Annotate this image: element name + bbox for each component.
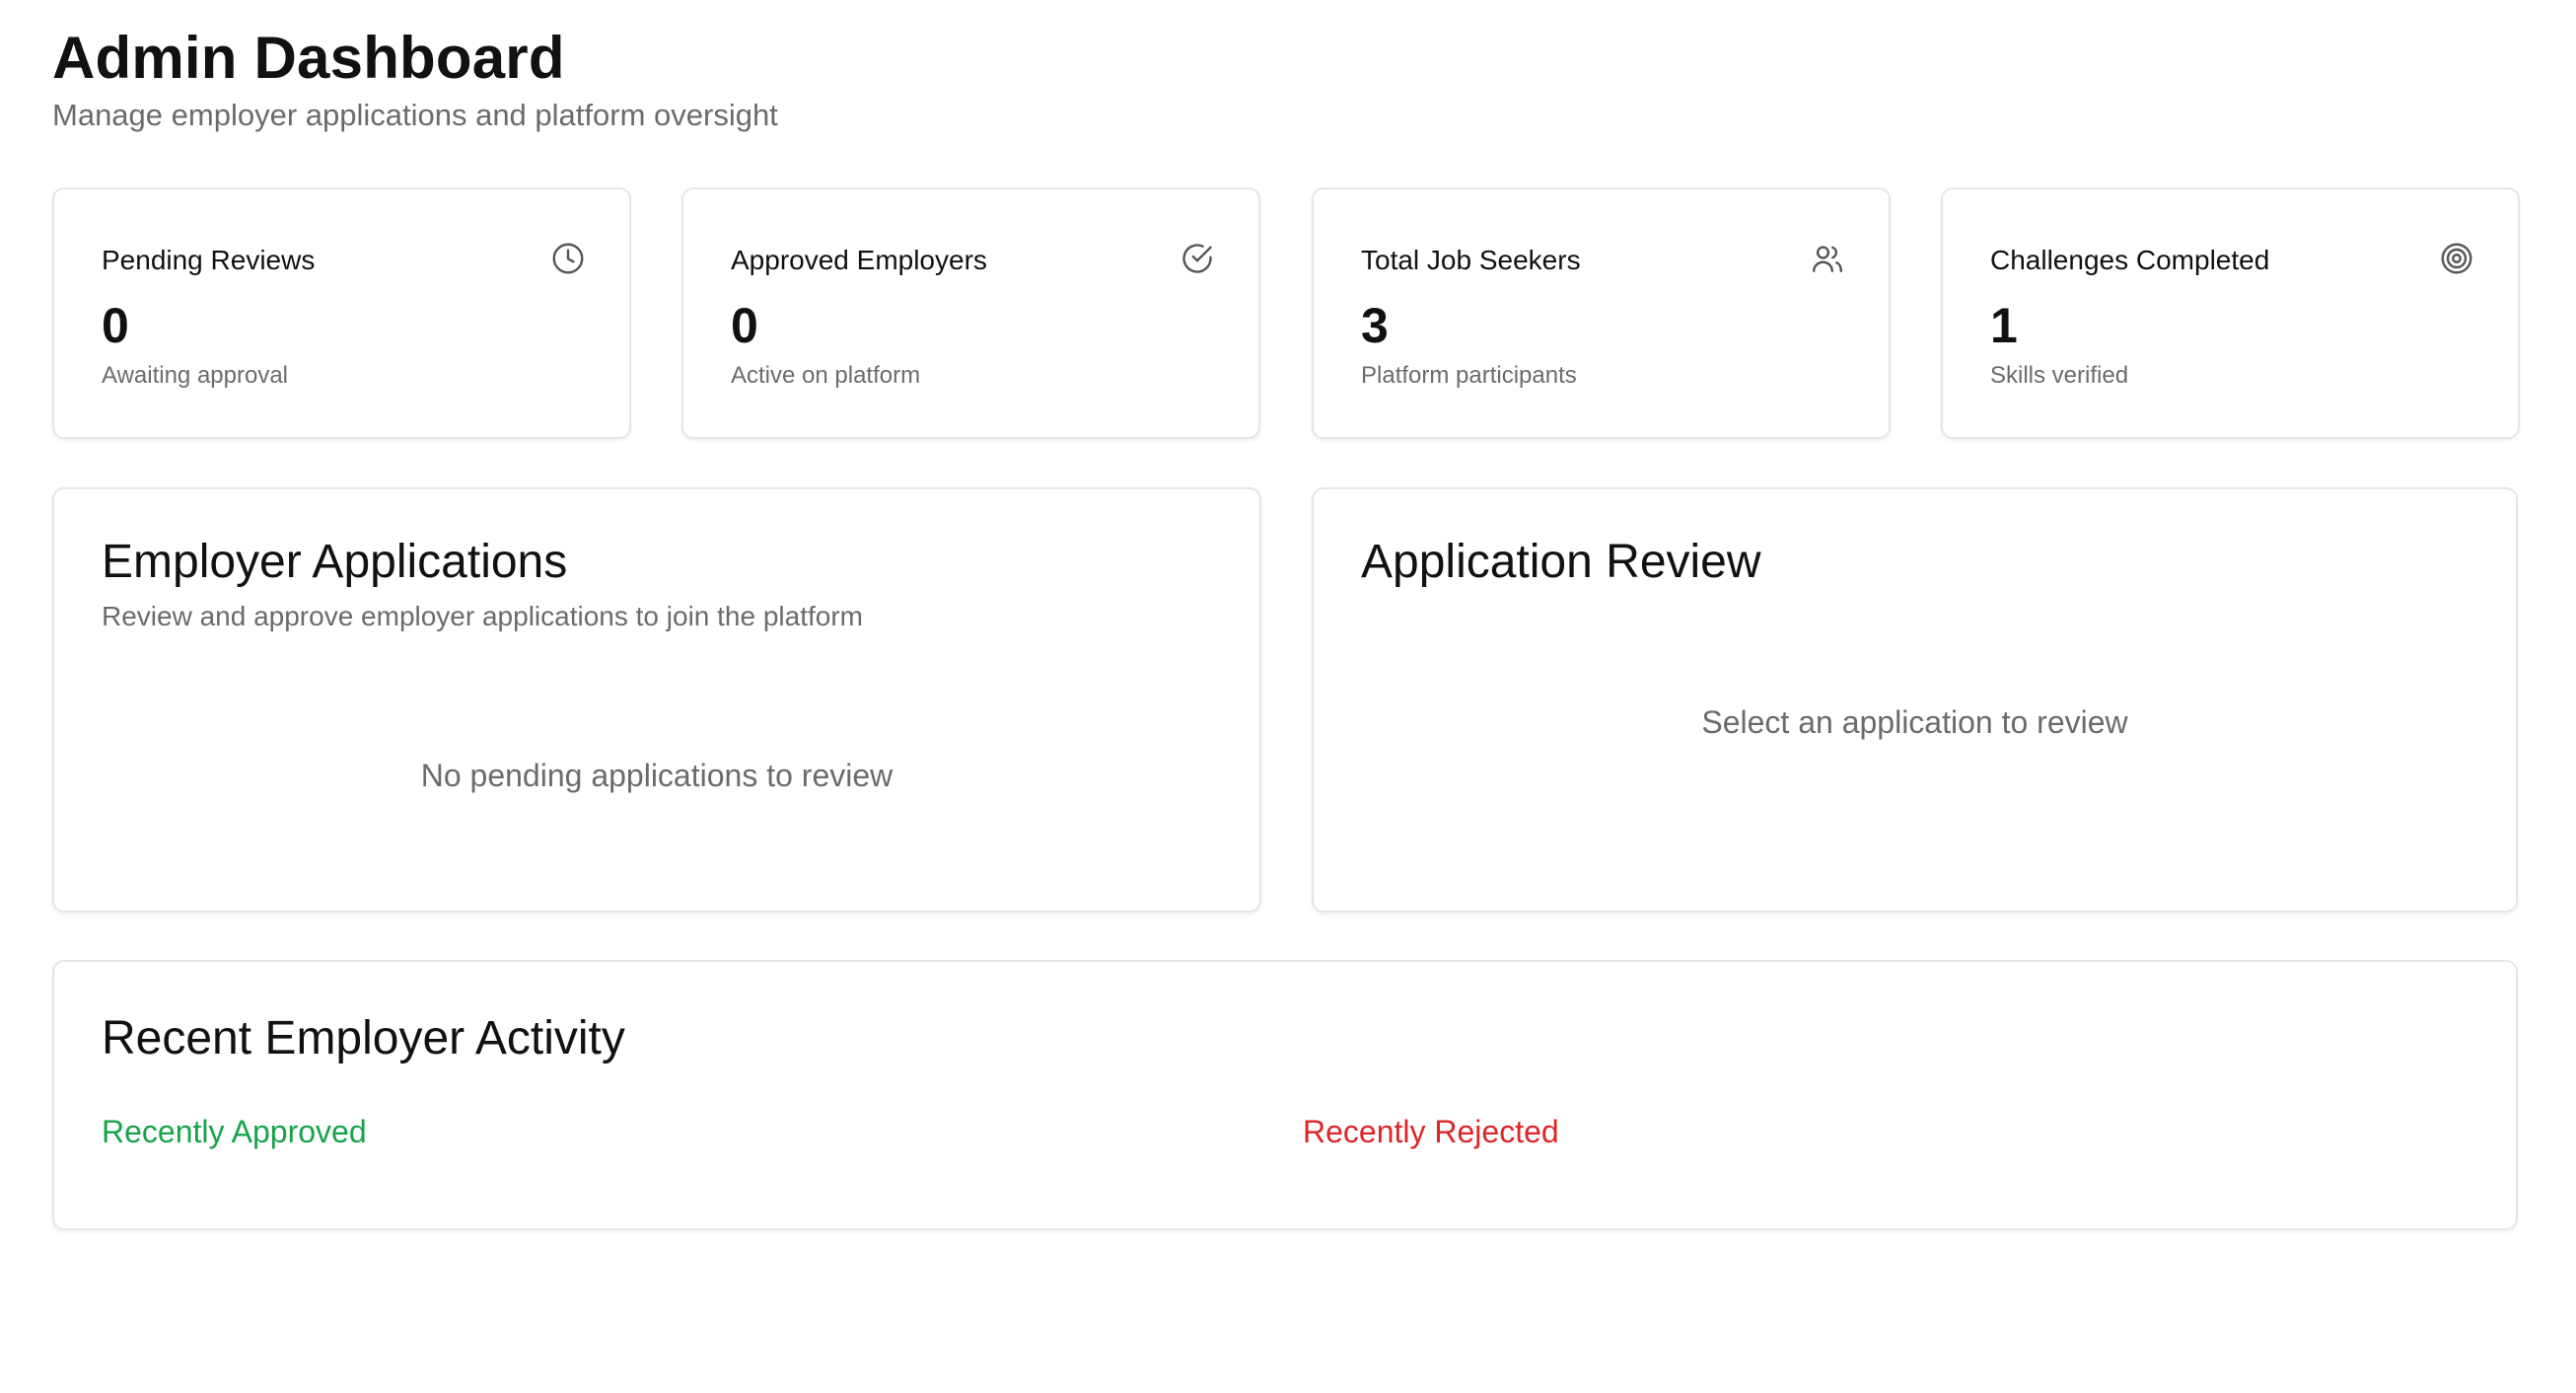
page-title: Admin Dashboard [52,25,565,91]
panel-title: Recent Employer Activity [102,1012,625,1064]
stat-label: Pending Reviews [102,245,316,275]
stat-label: Approved Employers [731,245,987,275]
clock-icon [550,241,586,276]
panel-title: Application Review [1361,536,1761,588]
stat-description: Awaiting approval [102,362,289,389]
stat-value: 3 [1361,298,1389,353]
stat-description: Active on platform [731,362,921,389]
stat-value: 0 [731,298,758,353]
stat-description: Skills verified [1990,362,2129,389]
stat-card-approved-employers: Approved Employers 0 Active on platform [681,187,1260,439]
stat-label: Total Job Seekers [1361,245,1581,275]
recent-activity-panel: Recent Employer Activity Recently Approv… [52,960,2518,1230]
target-icon [2439,241,2474,276]
check-circle-icon [1180,241,1215,276]
employer-applications-panel: Employer Applications Review and approve… [52,487,1261,913]
empty-applications-message: No pending applications to review [420,758,894,793]
stat-label: Challenges Completed [1990,245,2270,275]
application-review-panel: Application Review Select an application… [1312,487,2518,913]
review-empty-message: Select an application to review [1701,704,2128,740]
recently-rejected-heading: Recently Rejected [1303,1114,1559,1149]
users-icon [1810,241,1845,276]
page-subtitle: Manage employer applications and platfor… [52,98,778,132]
stat-card-pending-reviews: Pending Reviews 0 Awaiting approval [52,187,631,439]
recently-approved-heading: Recently Approved [102,1114,367,1149]
stat-description: Platform participants [1361,362,1577,389]
stat-card-challenges-completed: Challenges Completed 1 Skills verified [1941,187,2520,439]
panel-description: Review and approve employer applications… [102,601,863,631]
stat-card-total-job-seekers: Total Job Seekers 3 Platform participant… [1312,187,1891,439]
stat-value: 1 [1990,298,2018,353]
panel-title: Employer Applications [102,536,568,588]
stat-value: 0 [102,298,129,353]
